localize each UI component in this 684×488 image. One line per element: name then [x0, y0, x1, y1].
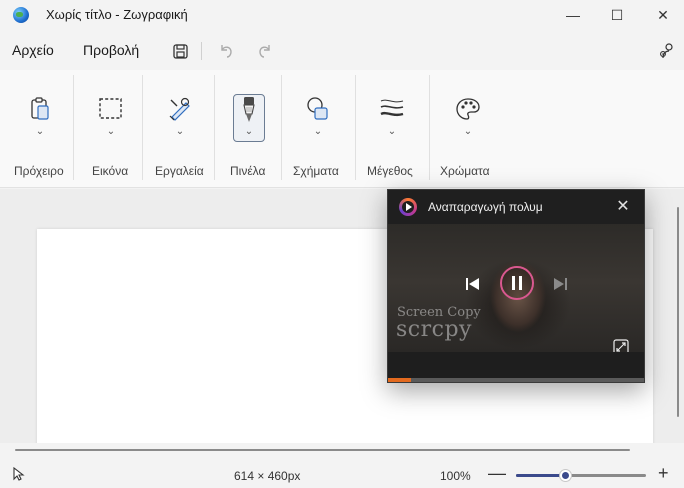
chevron-down-icon[interactable]: ⌄ [452, 126, 484, 137]
menu-view[interactable]: Προβολή [83, 42, 139, 58]
undo-icon[interactable] [213, 39, 239, 63]
zoom-out-button[interactable]: — [488, 463, 506, 484]
shapes-icon [307, 97, 328, 120]
cursor-position-icon [13, 466, 25, 484]
chevron-down-icon[interactable]: ⌄ [95, 126, 127, 137]
pause-icon [512, 276, 522, 290]
playback-progress-bar[interactable] [388, 378, 644, 382]
pause-button[interactable] [500, 266, 534, 300]
zoom-in-button[interactable]: + [658, 463, 669, 484]
menu-file[interactable]: Αρχείο [12, 42, 54, 58]
redo-icon[interactable] [252, 39, 278, 63]
account-settings-icon[interactable] [654, 39, 680, 63]
ribbon-divider [73, 75, 74, 180]
media-player-miniview: Αναπαραγωγή πολυμ ✕ Screen Copy scrcpy [387, 189, 645, 383]
media-player-logo-icon [399, 198, 417, 216]
horizontal-scrollbar[interactable] [15, 449, 630, 451]
player-close-button[interactable]: ✕ [614, 198, 632, 216]
tools-icon [169, 97, 190, 121]
group-label-colors: Χρώματα [440, 164, 490, 178]
chevron-down-icon[interactable]: ⌄ [376, 126, 408, 137]
group-size: ⌄ Μέγεθος [356, 70, 428, 188]
save-icon[interactable] [167, 39, 193, 63]
menu-bar: Αρχείο Προβολή [0, 34, 684, 68]
brush-icon [243, 97, 255, 122]
chevron-down-icon[interactable]: ⌄ [164, 126, 196, 137]
size-icon [380, 99, 404, 117]
group-colors: ⌄ Χρώματα [430, 70, 506, 188]
chevron-down-icon[interactable]: ⌄ [302, 126, 334, 137]
zoom-slider-fill [516, 474, 566, 477]
player-title: Αναπαραγωγή πολυμ [428, 200, 543, 214]
palette-icon [456, 98, 480, 120]
watermark-scrcpy: scrcpy [396, 317, 472, 342]
minimize-button[interactable]: — [550, 0, 596, 30]
group-label-clipboard: Πρόχειρο [14, 164, 64, 178]
group-label-shapes: Σχήματα [293, 164, 339, 178]
canvas-dimensions: 614 × 460px [234, 469, 301, 483]
previous-icon[interactable] [465, 277, 481, 294]
playback-progress-fill [388, 378, 412, 382]
zoom-slider-thumb[interactable] [559, 469, 573, 482]
chevron-down-icon[interactable]: ⌄ [233, 126, 265, 137]
group-label-brushes: Πινέλα [230, 164, 266, 178]
vertical-scrollbar[interactable] [677, 207, 679, 417]
close-button[interactable]: ✕ [640, 0, 684, 30]
player-header: Αναπαραγωγή πολυμ ✕ [388, 190, 644, 224]
paint-app-icon [13, 7, 29, 23]
zoom-slider[interactable] [516, 469, 646, 482]
window-title: Χωρίς τίτλο - Ζωγραφική [46, 7, 188, 22]
toolbar-divider [201, 42, 202, 60]
status-bar: 614 × 460px 100% — + [0, 462, 684, 488]
title-bar: Χωρίς τίτλο - Ζωγραφική — ☐ ✕ [0, 0, 684, 30]
video-frame[interactable]: Screen Copy scrcpy [388, 224, 644, 355]
group-clipboard: ⌄ Πρόχειρο [0, 70, 80, 188]
clipboard-icon [31, 97, 49, 120]
group-brushes: ⌄ Πινέλα [215, 70, 281, 188]
maximize-button[interactable]: ☐ [594, 0, 640, 30]
chevron-down-icon[interactable]: ⌄ [24, 126, 56, 137]
group-tools: ⌄ Εργαλεία [143, 70, 213, 188]
group-shapes: ⌄ Σχήματα [282, 70, 354, 188]
ribbon-toolbar: ⌄ Πρόχειρο ⌄ Εικόνα ⌄ Εργαλεία ⌄ Πινέλα … [0, 70, 684, 188]
group-label-image: Εικόνα [92, 164, 129, 178]
next-icon[interactable] [552, 277, 568, 294]
group-image: ⌄ Εικόνα [80, 70, 142, 188]
zoom-level[interactable]: 100% [440, 469, 471, 483]
group-label-tools: Εργαλεία [155, 164, 204, 178]
selection-icon [99, 98, 122, 119]
group-label-size: Μέγεθος [367, 164, 413, 178]
